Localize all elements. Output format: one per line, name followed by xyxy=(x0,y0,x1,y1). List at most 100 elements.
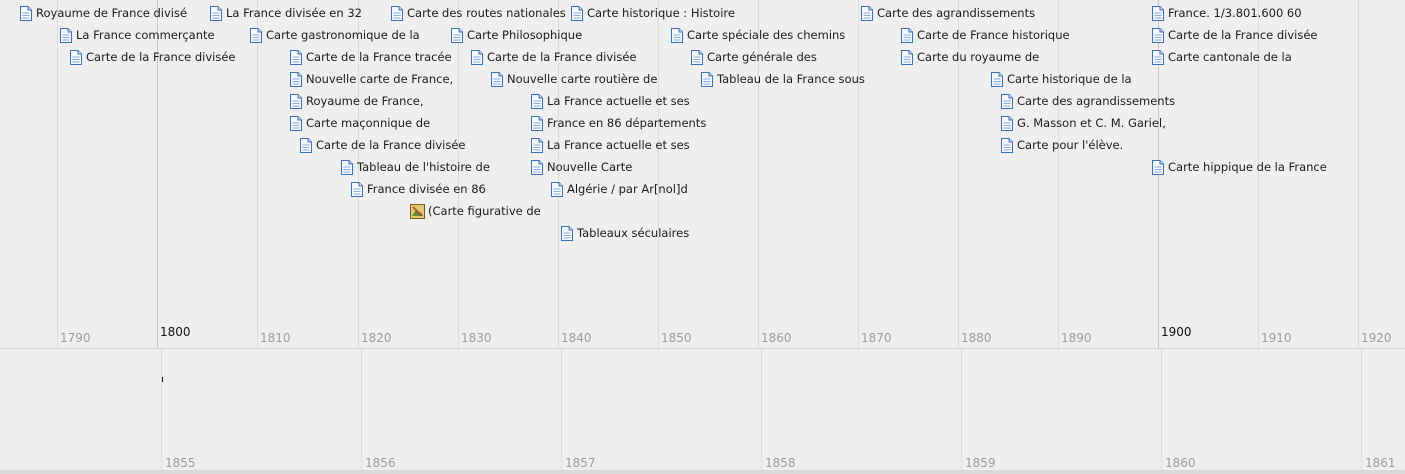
event-label: Carte de la France divisée xyxy=(86,50,236,64)
timeline-event[interactable]: Carte hippique de la France xyxy=(1152,158,1327,176)
gridline xyxy=(961,349,962,471)
document-icon xyxy=(471,49,483,65)
event-label: Carte Philosophique xyxy=(467,28,583,42)
timeline-event[interactable]: La France divisée en 32 xyxy=(210,4,362,22)
decade-label: 1830 xyxy=(461,331,492,345)
document-icon xyxy=(1152,5,1164,21)
timeline-event[interactable]: Carte historique : Histoire xyxy=(571,4,735,22)
timeline-event[interactable]: Tableau de la France sous xyxy=(701,70,865,88)
decade-label: 1860 xyxy=(761,331,792,345)
timeline-event[interactable]: Carte du royaume de xyxy=(901,48,1039,66)
timeline-event[interactable]: Carte de la France divisée xyxy=(1152,26,1318,44)
timeline-event[interactable]: Algérie / par Ar[nol]d xyxy=(551,180,688,198)
timeline-event[interactable]: Carte Philosophique xyxy=(451,26,582,44)
document-icon xyxy=(571,5,583,21)
century-label: 1800 xyxy=(160,325,191,339)
year-label: 1861 xyxy=(1365,456,1396,470)
timeline-event[interactable]: Carte historique de la xyxy=(991,70,1132,88)
event-label: Carte gastronomique de la xyxy=(266,28,420,42)
timeline-event[interactable]: La France actuelle et ses xyxy=(531,136,690,154)
timeline-event[interactable]: Carte de la France divisée xyxy=(300,136,466,154)
gridline xyxy=(257,0,258,348)
document-icon xyxy=(351,181,363,197)
timeline-event[interactable]: Tableau de l'histoire de xyxy=(341,158,490,176)
document-icon xyxy=(491,71,503,87)
decade-label: 1850 xyxy=(661,331,692,345)
event-label: Carte historique : Histoire xyxy=(587,6,735,20)
timeline-event[interactable]: France divisée en 86 xyxy=(351,180,486,198)
timeline-event[interactable]: Carte maçonnique de xyxy=(290,114,430,132)
timeline-event[interactable]: France en 86 départements xyxy=(531,114,706,132)
document-icon xyxy=(290,93,302,109)
timeline-overview-band[interactable]: 1855 1856 1857 1858 1859 1860 1861 xyxy=(0,348,1405,471)
event-label: Carte de la France tracée xyxy=(306,50,452,64)
timeline-event[interactable]: La France commerçante xyxy=(60,26,215,44)
timeline-event[interactable]: La France actuelle et ses xyxy=(531,92,690,110)
document-icon xyxy=(210,5,222,21)
timeline-event[interactable]: Carte des agrandissements xyxy=(1001,92,1175,110)
event-label: France divisée en 86 xyxy=(367,182,486,196)
event-label: Carte des routes nationales xyxy=(407,6,566,20)
document-icon xyxy=(1152,159,1164,175)
document-icon xyxy=(531,159,543,175)
timeline-event[interactable]: Tableaux séculaires xyxy=(561,224,689,242)
event-label: Tableau de l'histoire de xyxy=(357,160,490,174)
timeline-event[interactable]: Carte de France historique xyxy=(901,26,1070,44)
timeline-event[interactable]: Carte de la France divisée xyxy=(70,48,236,66)
year-label: 1858 xyxy=(765,456,796,470)
event-label: Carte historique de la xyxy=(1007,72,1132,86)
event-label: France. 1/3.801.600 60 xyxy=(1168,6,1302,20)
document-icon xyxy=(290,71,302,87)
document-icon xyxy=(901,49,913,65)
timeline-event[interactable]: Carte des agrandissements xyxy=(861,4,1035,22)
event-label: France en 86 départements xyxy=(547,116,707,130)
decade-label: 1810 xyxy=(260,331,291,345)
gridline xyxy=(361,349,362,471)
timeline-event[interactable]: Royaume de France divisé xyxy=(20,4,187,22)
timeline-event[interactable]: Nouvelle carte routière de xyxy=(491,70,657,88)
gridline xyxy=(658,0,659,348)
gridline xyxy=(1058,0,1059,348)
event-label: Carte de France historique xyxy=(917,28,1070,42)
timeline-event[interactable]: Carte cantonale de la xyxy=(1152,48,1292,66)
timeline-event[interactable]: Royaume de France, xyxy=(290,92,424,110)
timeline-event[interactable]: Carte de la France divisée xyxy=(471,48,637,66)
gridline xyxy=(57,0,58,348)
timeline-event[interactable]: Carte spéciale des chemins xyxy=(671,26,845,44)
event-label: (Carte figurative de xyxy=(428,204,541,218)
document-icon xyxy=(531,93,543,109)
timeline-event[interactable]: G. Masson et C. M. Gariel, xyxy=(1001,114,1166,132)
timeline-event[interactable]: Nouvelle carte de France, xyxy=(290,70,453,88)
event-label: Carte hippique de la France xyxy=(1168,160,1327,174)
gridline xyxy=(1361,349,1362,471)
document-icon xyxy=(250,27,262,43)
timeline-event[interactable]: Carte de la France tracée xyxy=(290,48,452,66)
timeline-event[interactable]: Carte pour l'élève. xyxy=(1001,136,1123,154)
timeline-event[interactable]: France. 1/3.801.600 60 xyxy=(1152,4,1302,22)
document-icon xyxy=(691,49,703,65)
timeline-event[interactable]: Carte gastronomique de la xyxy=(250,26,420,44)
event-label: Royaume de France divisé xyxy=(36,6,188,20)
document-icon xyxy=(20,5,32,21)
document-icon xyxy=(1001,137,1013,153)
decade-label: 1910 xyxy=(1261,331,1292,345)
event-label: La France divisée en 32 xyxy=(226,6,362,20)
event-label: Carte maçonnique de xyxy=(306,116,431,130)
bottom-border xyxy=(0,470,1405,474)
document-icon xyxy=(901,27,913,43)
century-label: 1900 xyxy=(1161,325,1192,339)
document-icon xyxy=(451,27,463,43)
event-label: Carte de la France divisée xyxy=(1168,28,1318,42)
document-icon xyxy=(70,49,82,65)
timeline-event[interactable]: (Carte figurative de xyxy=(410,202,541,220)
gridline xyxy=(1161,349,1162,471)
timeline-detail-band[interactable]: 1790 1800 1810 1820 1830 1840 1850 1860 … xyxy=(0,0,1405,348)
timeline-event[interactable]: Nouvelle Carte xyxy=(531,158,632,176)
timeline-event[interactable]: Carte des routes nationales xyxy=(391,4,566,22)
document-icon xyxy=(1152,49,1164,65)
decade-label: 1790 xyxy=(60,331,91,345)
timeline-event[interactable]: Carte générale des xyxy=(691,48,817,66)
decade-label: 1890 xyxy=(1061,331,1092,345)
decade-label: 1820 xyxy=(361,331,392,345)
event-label: Nouvelle carte routière de xyxy=(507,72,658,86)
